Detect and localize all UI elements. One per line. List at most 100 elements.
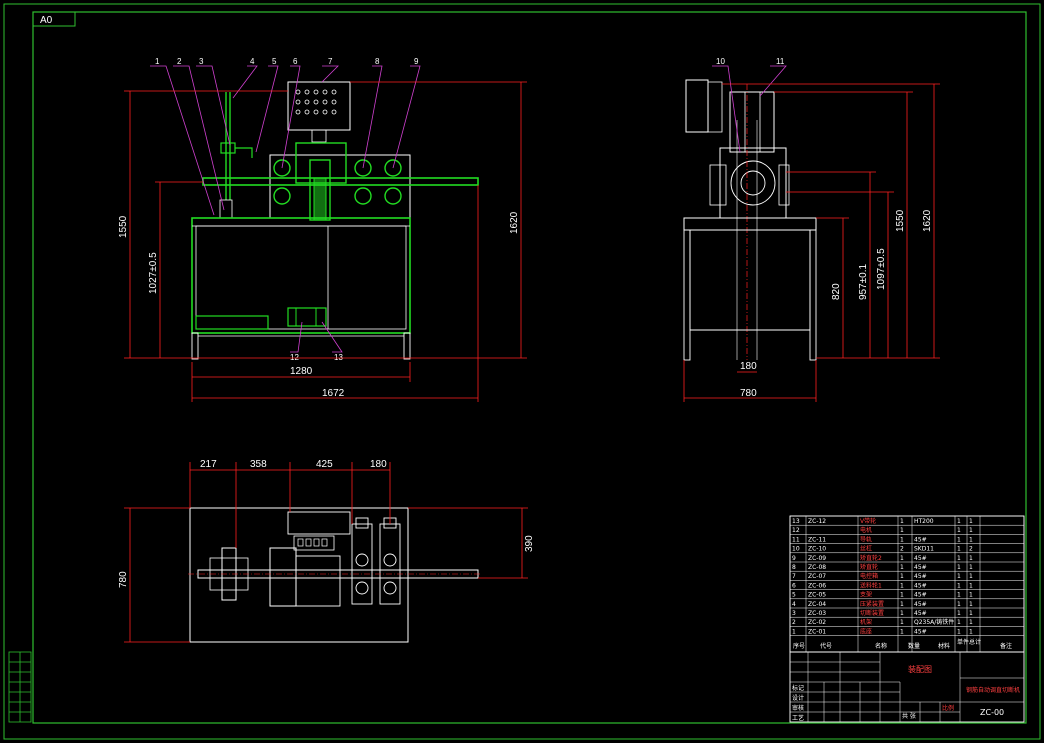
parts-cell-code: ZC-01 <box>808 628 826 635</box>
parts-cell-a: 1 <box>957 564 961 571</box>
parts-cell-qty: 1 <box>900 592 904 599</box>
parts-cell-a: 1 <box>957 601 961 608</box>
parts-cell-code: ZC-11 <box>808 536 826 543</box>
parts-cell-b: 2 <box>969 546 973 553</box>
parts-cell-no: 7 <box>792 573 796 580</box>
parts-cell-no: 8 <box>792 564 796 571</box>
red-note: 比例 <box>942 704 954 712</box>
parts-cell-name: 底座 <box>860 627 872 635</box>
header-no: 序号 <box>793 642 805 650</box>
parts-cell-code: ZC-06 <box>808 582 826 589</box>
header-material: 材料 <box>938 642 950 650</box>
parts-cell-a: 1 <box>957 527 961 534</box>
parts-cell-qty: 1 <box>900 601 904 608</box>
parts-cell-no: 2 <box>792 619 796 626</box>
parts-cell-name: 切断装置 <box>860 609 884 617</box>
parts-cell-a: 1 <box>957 573 961 580</box>
header-code: 代号 <box>820 642 832 650</box>
main-rail <box>202 177 479 186</box>
parts-cell-code: ZC-04 <box>808 601 826 608</box>
balloon-9: 9 <box>414 57 419 66</box>
parts-cell-qty: 1 <box>900 527 904 534</box>
parts-cell-a: 1 <box>957 518 961 525</box>
parts-cell-b: 1 <box>969 582 973 589</box>
parts-cell-b: 1 <box>969 527 973 534</box>
parts-cell-qty: 1 <box>900 582 904 589</box>
dim-1280: 1280 <box>290 366 313 377</box>
balloon-1: 1 <box>155 57 160 66</box>
header-a: 单件 <box>957 638 969 646</box>
header-b: 总计 <box>969 638 981 646</box>
parts-cell-material: 45# <box>914 628 927 635</box>
row-label-1: 设计 <box>792 694 804 702</box>
parts-cell-material: 45# <box>914 573 927 580</box>
front-view: 1 2 3 4 5 6 7 8 9 12 13 1550 1027±0.5 16… <box>118 57 527 402</box>
parts-cell-b: 1 <box>969 564 973 571</box>
parts-cell-b: 1 <box>969 592 973 599</box>
balloon-10: 10 <box>716 57 725 66</box>
motor <box>287 307 327 327</box>
parts-cell-material: SKD11 <box>914 546 934 553</box>
parts-cell-b: 1 <box>969 573 973 580</box>
balloon-12: 12 <box>290 353 299 362</box>
parts-cell-no: 12 <box>792 527 800 534</box>
parts-cell-material: 45# <box>914 536 927 543</box>
balloon-11: 11 <box>776 57 785 66</box>
dim-1620-side: 1620 <box>922 209 933 232</box>
parts-cell-b: 1 <box>969 555 973 562</box>
size-label: A0 <box>40 15 53 26</box>
parts-cell-qty: 1 <box>900 536 904 543</box>
parts-cell-name: 矫直轮2 <box>860 554 882 562</box>
title-text: 装配图 <box>908 664 932 674</box>
parts-cell-name: 压紧装置 <box>860 600 884 608</box>
parts-cell-name: 机架 <box>860 618 872 626</box>
dim-425: 425 <box>316 459 333 470</box>
balloon-3: 3 <box>199 57 204 66</box>
parts-cell-material: 45# <box>914 592 927 599</box>
balloon-2: 2 <box>177 57 182 66</box>
parts-cell-b: 1 <box>969 536 973 543</box>
parts-cell-name: 矫直轮 <box>860 563 878 571</box>
parts-cell-code: ZC-12 <box>808 518 826 525</box>
title-block: 装配图 钢筋自动调直切断机 ZC-00 标记 设计 审核 工艺 共 张 比例 <box>789 651 1025 723</box>
parts-cell-no: 3 <box>792 610 796 617</box>
parts-cell-material: Q235A/铸铁件 <box>914 618 954 626</box>
parts-cell-b: 1 <box>969 628 973 635</box>
parts-cell-a: 1 <box>957 546 961 553</box>
parts-cell-code: ZC-08 <box>808 564 826 571</box>
parts-cell-qty: 2 <box>900 546 904 553</box>
front-leaders <box>150 65 421 353</box>
parts-cell-code: ZC-07 <box>808 573 826 580</box>
top-dim-lines <box>124 462 528 643</box>
row-label-2: 审核 <box>792 704 804 712</box>
parts-list: 13 ZC-12 V带轮 1 HT200 1 112 电机 1 1 111 ZC-11 导轨 1 45# 1 1… <box>789 515 1025 653</box>
dim-1097: 1097±0.5 <box>876 248 887 290</box>
dim-1027-front: 1027±0.5 <box>148 252 159 294</box>
header-name: 名称 <box>875 642 887 650</box>
sheet-outer-border <box>3 3 1041 740</box>
drawing-name: 钢筋自动调直切断机 <box>966 686 1020 694</box>
parts-cell-material: 45# <box>914 582 927 589</box>
dim-358: 358 <box>250 459 267 470</box>
parts-cell-code: ZC-03 <box>808 610 826 617</box>
parts-cell-code: ZC-09 <box>808 555 826 562</box>
parts-cell-b: 1 <box>969 518 973 525</box>
top-base-plate <box>189 507 409 643</box>
drawing-number: ZC-00 <box>980 708 1004 717</box>
top-view: 217 358 425 180 780 390 <box>118 459 535 643</box>
left-margin-strip <box>8 651 32 723</box>
row-label-3: 工艺 <box>792 714 804 722</box>
parts-cell-code: ZC-05 <box>808 592 826 599</box>
dim-390: 390 <box>524 535 535 552</box>
dim-957: 957±0.1 <box>858 263 869 300</box>
dim-780-top: 780 <box>118 571 129 588</box>
cad-drawing-canvas: A0 1 2 3 4 5 6 7 8 9 12 13 1550 1027±0.5… <box>3 3 1041 740</box>
parts-cell-no: 11 <box>792 536 800 543</box>
sheet-count: 共 张 <box>902 712 916 720</box>
parts-cell-name: 导轨 <box>860 535 872 543</box>
dim-217: 217 <box>200 459 217 470</box>
parts-cell-no: 9 <box>792 555 796 562</box>
side-table <box>683 217 817 231</box>
balloon-5: 5 <box>272 57 277 66</box>
parts-cell-a: 1 <box>957 582 961 589</box>
